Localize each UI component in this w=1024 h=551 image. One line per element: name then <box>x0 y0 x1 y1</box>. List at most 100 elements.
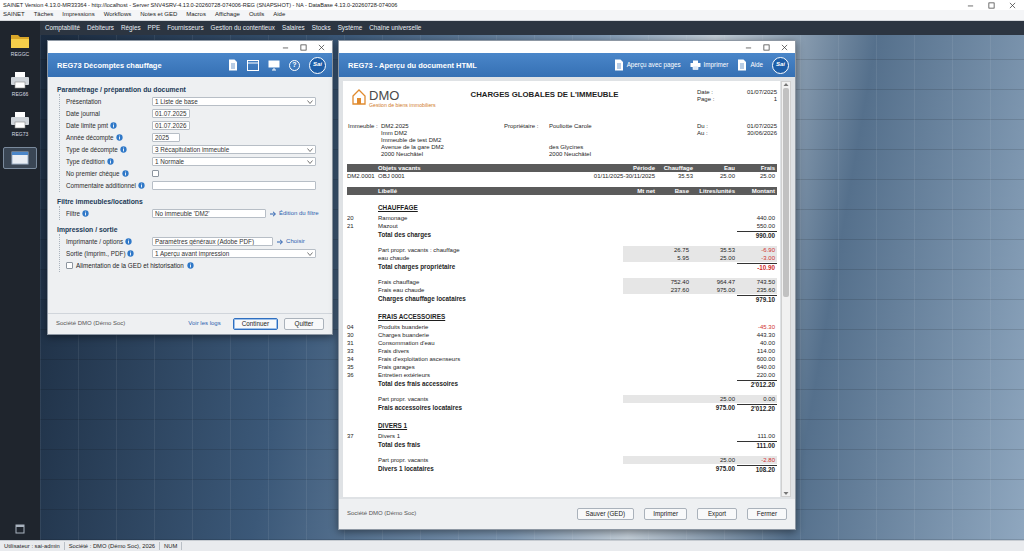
text-field[interactable] <box>152 181 316 190</box>
period-label: Du : <box>697 123 727 130</box>
select-field[interactable]: 3 Récapitulation immeuble <box>152 145 316 154</box>
info-icon[interactable] <box>120 146 127 153</box>
windows-icon[interactable] <box>15 524 25 534</box>
footer-button[interactable]: Imprimer <box>644 508 687 520</box>
module-item[interactable]: Comptabilité <box>45 24 80 32</box>
row-group: 20Ramonage440.0021Mazout550.00Total des … <box>347 214 777 240</box>
date-field[interactable]: 01.07.2025 <box>152 109 190 118</box>
menu-item[interactable]: SAINET <box>3 11 25 18</box>
charge-row: Frais accessoires locataires975.002'012.… <box>347 404 777 413</box>
sidebar-item[interactable]: REG73 <box>3 107 37 141</box>
sidebar-item[interactable] <box>3 147 37 169</box>
maximize-icon[interactable] <box>300 44 307 51</box>
readonly-field[interactable]: Paramètres généraux (Adobe PDF) <box>152 237 273 246</box>
menu-item[interactable]: Notes et GED <box>140 11 177 18</box>
address-block: Immeuble :DM2.2025Imm DM2Immeuble de tes… <box>347 123 777 158</box>
module-item[interactable]: Système <box>338 24 363 32</box>
close-icon[interactable] <box>318 44 325 51</box>
minimize-icon[interactable] <box>745 44 752 51</box>
scroll-thumb[interactable] <box>783 88 789 297</box>
vacant-table-header: Objets vacantsPériodeChauffageEauFrais <box>347 164 777 172</box>
row-amount: 443.30 <box>737 331 777 339</box>
window-controls <box>967 2 1024 9</box>
footer-button[interactable]: Export <box>697 508 737 520</box>
footer-button[interactable]: Quitter <box>284 318 324 330</box>
module-item[interactable]: Régies <box>121 24 141 32</box>
module-item[interactable]: Débiteurs <box>87 24 114 32</box>
scroll-down-icon[interactable] <box>782 491 790 496</box>
select-field[interactable]: 1 Liste de base <box>152 97 316 106</box>
readonly-field[interactable]: No immeuble 'DM2' <box>152 209 266 218</box>
footer-button[interactable]: Fermer <box>747 508 787 520</box>
field-link[interactable]: Édition du filtre <box>270 210 319 217</box>
info-icon[interactable] <box>116 134 123 141</box>
maximize-icon[interactable] <box>988 2 995 9</box>
sidebar-item[interactable]: REGGC <box>3 29 37 61</box>
toolbar-label: Aperçu avec pages <box>627 61 681 69</box>
info-icon[interactable] <box>107 158 114 165</box>
section-title: CHAUFFAGE <box>378 204 777 212</box>
info-icon[interactable] <box>122 170 129 177</box>
select-field[interactable]: 1 Normale <box>152 157 316 166</box>
info-icon[interactable] <box>138 182 145 189</box>
minimize-icon[interactable] <box>282 44 289 51</box>
row-amount: 743.50 <box>737 278 777 286</box>
close-icon[interactable] <box>781 44 788 51</box>
field-row: Sortie (Imprim., PDF)1 Aperçu avant impr… <box>66 249 324 258</box>
label-text: Filtre <box>66 210 80 218</box>
row-amount: 600.00 <box>737 355 777 363</box>
field-control: 3 Récapitulation immeuble <box>152 145 316 154</box>
menu-item[interactable]: Tâches <box>34 11 54 18</box>
sidebar-item[interactable]: REG66 <box>3 67 37 101</box>
footer-button[interactable]: Sauver (GED) <box>577 508 635 520</box>
module-item[interactable]: Chaîne universelle <box>369 24 421 32</box>
menu-item[interactable]: Impressions <box>62 11 94 18</box>
row-base <box>657 331 691 339</box>
document-viewport: DMOGestion de biens immobiliersCHARGES G… <box>339 77 795 499</box>
field-label: Commentaire additionnel <box>66 182 152 190</box>
module-item[interactable]: Salaires <box>282 24 305 32</box>
module-item[interactable]: Fournisseurs <box>167 24 203 32</box>
menu-item[interactable]: Workflows <box>104 11 132 18</box>
row-base <box>657 355 691 363</box>
building-line: Avenue de la gare DM2 <box>381 144 444 151</box>
info-icon[interactable] <box>127 250 134 257</box>
maximize-icon[interactable] <box>763 44 770 51</box>
logs-link[interactable]: Voir les logs <box>188 320 220 327</box>
info-icon[interactable] <box>82 210 89 217</box>
row-units <box>691 231 737 240</box>
field-control <box>152 170 159 177</box>
menu-item[interactable]: Aide <box>273 11 285 18</box>
row-units: 35.53 <box>691 246 737 254</box>
module-item[interactable]: Gestion du contentieux <box>211 24 275 32</box>
year-field[interactable]: 2025 <box>152 133 180 142</box>
toolbar-button[interactable]: Imprimer <box>690 60 729 70</box>
module-item[interactable]: PPE <box>148 24 161 32</box>
checkbox[interactable] <box>152 170 159 177</box>
info-icon[interactable] <box>125 238 132 245</box>
select-field[interactable]: 1 Aperçu avant impression <box>152 249 316 258</box>
monitor-icon[interactable] <box>268 60 280 71</box>
menu-item[interactable]: Affichage <box>215 11 240 18</box>
minimize-icon[interactable] <box>967 2 974 9</box>
close-icon[interactable] <box>1009 2 1016 9</box>
footer-button[interactable]: Continuer <box>233 318 278 330</box>
toolbar-button[interactable]: Aide <box>737 59 763 71</box>
window-icon[interactable] <box>247 60 259 71</box>
date-field[interactable]: 01.07.2026 <box>152 121 190 130</box>
menu-item[interactable]: Macros <box>186 11 206 18</box>
field-link[interactable]: Choisir <box>277 238 305 245</box>
info-icon[interactable] <box>187 262 194 269</box>
checkbox[interactable] <box>66 262 73 269</box>
menu-item[interactable]: Outils <box>249 11 264 18</box>
field-label: No premier chèque <box>66 170 152 178</box>
scroll-up-icon[interactable] <box>782 82 790 87</box>
module-item[interactable]: Stocks <box>312 24 331 32</box>
help-button[interactable]: ? <box>289 60 300 71</box>
row-mt <box>623 404 657 413</box>
toolbar-button[interactable]: Aperçu avec pages <box>614 59 681 71</box>
document-icon[interactable] <box>228 59 238 71</box>
building-line: 2000 Neuchâtel <box>381 151 444 158</box>
header-tools: Aperçu avec pagesImprimerAideSai <box>614 57 789 74</box>
info-icon[interactable] <box>110 122 117 129</box>
